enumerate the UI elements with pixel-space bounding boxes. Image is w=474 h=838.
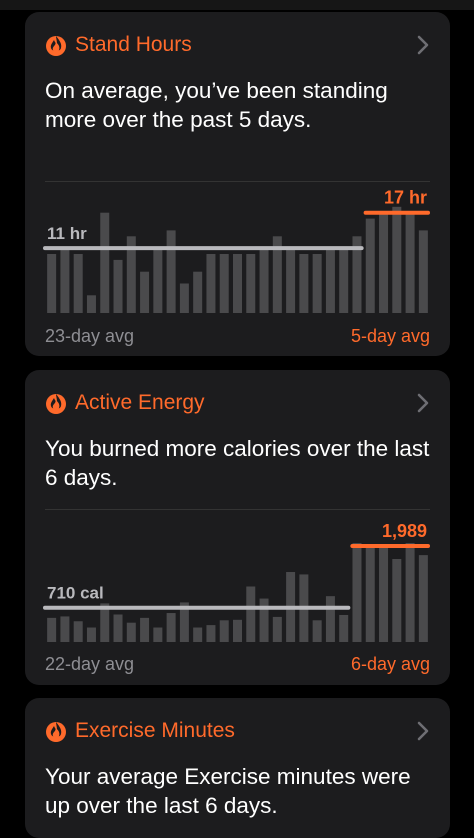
exercise-minutes-card[interactable]: Exercise Minutes Your average Exercise m…: [25, 698, 450, 838]
chart-bar: [272, 616, 282, 642]
chart-bar: [246, 254, 256, 313]
chart-bar: [219, 620, 229, 642]
chart-bar: [365, 545, 375, 642]
left-average-label: 11 hr: [47, 224, 87, 243]
chart-bar: [246, 586, 256, 642]
chart-bar: [352, 543, 362, 642]
chart-bar: [299, 254, 309, 313]
chart-bar: [339, 248, 349, 313]
chart-bar: [379, 545, 389, 642]
right-footer: 5-day avg: [350, 326, 430, 346]
chart-bar: [286, 248, 296, 313]
stand-hours-chart: 11 hr 17 hr: [43, 188, 430, 313]
chart-bar: [405, 543, 415, 642]
chart-bar: [379, 212, 389, 313]
left-footer: 22-day avg: [45, 654, 135, 674]
chart-bar: [60, 248, 70, 313]
chart-bar: [47, 617, 57, 642]
chart-bar: [126, 622, 136, 642]
chart-bar: [47, 254, 57, 313]
chart-bar: [153, 248, 163, 313]
chart-bar: [140, 271, 150, 313]
left-average-label: 710 cal: [47, 584, 104, 603]
chart-bar: [166, 230, 176, 313]
chart-bar: [60, 616, 70, 642]
chart-bar: [259, 248, 269, 313]
chart-bar: [193, 271, 203, 313]
chart-bar: [206, 625, 216, 642]
status-strip: [0, 0, 474, 10]
chart-bar: [100, 212, 110, 313]
chart-bar: [325, 596, 335, 642]
chart-bar: [259, 598, 269, 642]
active-energy-chart: 710 cal 1,989: [43, 521, 430, 642]
chart-bar: [113, 614, 123, 642]
card-description: Your average Exercise minutes were up ov…: [45, 764, 411, 818]
right-average-label: 17 hr: [384, 188, 427, 208]
chart-bar: [113, 259, 123, 313]
chart-bar: [312, 620, 322, 642]
card-header[interactable]: Exercise Minutes: [45, 716, 434, 746]
chart-bar: [418, 555, 428, 642]
active-energy-card[interactable]: Active Energy You burned more calories o…: [25, 370, 450, 685]
chart-bar: [73, 254, 83, 313]
chart-bar: [392, 558, 402, 642]
chart-bar: [339, 614, 349, 642]
chart-bar: [233, 619, 242, 642]
chart-bar: [325, 248, 335, 313]
chart-bar: [206, 254, 216, 313]
chart-bar: [365, 218, 375, 313]
left-footer: 23-day avg: [45, 326, 135, 346]
flame-icon: [46, 722, 66, 742]
right-average-label: 1,989: [382, 521, 427, 541]
chart-bar: [86, 295, 96, 313]
chart-bar: [193, 627, 203, 642]
chart-bar: [219, 254, 229, 313]
stand-hours-card[interactable]: Stand Hours On average, you’ve been stan…: [25, 12, 450, 356]
chart-bar: [140, 617, 150, 642]
chart-bar: [405, 212, 415, 313]
chart-bar: [312, 254, 322, 313]
chart-bar: [73, 621, 83, 642]
chart-bar: [233, 254, 242, 313]
card-title: Exercise Minutes: [75, 719, 235, 742]
chart-bar: [418, 230, 428, 313]
right-footer: 6-day avg: [350, 654, 430, 674]
chart-bar: [166, 613, 176, 642]
chart-bar: [392, 206, 402, 313]
chart-bar: [86, 627, 96, 642]
chart-bar: [179, 283, 189, 313]
chart-bar: [153, 627, 163, 642]
chevron-right-icon[interactable]: [416, 721, 430, 741]
